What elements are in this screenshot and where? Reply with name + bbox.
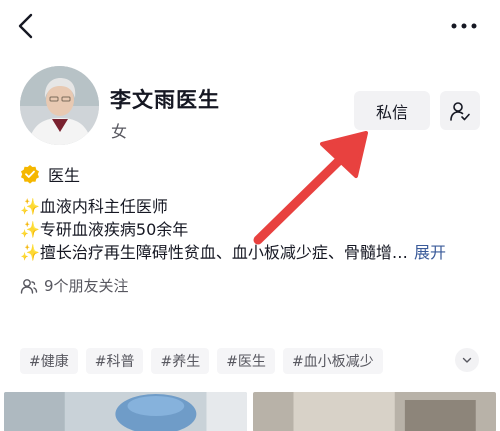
- verification-label: 医生: [48, 166, 81, 185]
- profile-bio: ✨血液内科主任医师 ✨专研血液疾病50余年 ✨擅长治疗再生障碍性贫血、血小板减少…: [20, 195, 480, 264]
- tag-chip[interactable]: #科普: [85, 348, 144, 374]
- bio-line: ✨擅长治疗再生障碍性贫血、血小板减少症、骨髓增… 展开: [20, 241, 480, 264]
- profile-name: 李文雨医生: [110, 88, 220, 112]
- back-button[interactable]: [12, 10, 40, 42]
- video-thumbnail[interactable]: [4, 392, 247, 431]
- follow-status-button[interactable]: [440, 91, 480, 130]
- verified-badge-icon: [21, 165, 39, 184]
- tag-chip[interactable]: #健康: [20, 348, 78, 374]
- tag-chip[interactable]: #养生: [151, 348, 210, 374]
- bio-line: ✨专研血液疾病50余年: [20, 218, 480, 241]
- profile-gender: 女: [111, 122, 128, 141]
- message-button[interactable]: 私信: [354, 91, 430, 130]
- friends-icon: [20, 278, 38, 294]
- video-grid: [4, 392, 496, 431]
- bio-line-text: ✨擅长治疗再生障碍性贫血、血小板减少症、骨髓增…: [20, 243, 408, 262]
- friends-label: 9个朋友关注: [44, 277, 129, 295]
- expand-bio-link[interactable]: 展开: [414, 241, 446, 264]
- tag-list: #健康 #科普 #养生 #医生 #血小板减少: [20, 348, 383, 374]
- more-options-button[interactable]: [448, 14, 480, 38]
- friends-following[interactable]: 9个朋友关注: [20, 275, 129, 296]
- expand-tags-button[interactable]: [455, 348, 479, 372]
- avatar[interactable]: [20, 66, 99, 145]
- more-horizontal-icon: [451, 23, 477, 29]
- bio-line: ✨血液内科主任医师: [20, 195, 480, 218]
- chevron-down-icon: [462, 357, 472, 363]
- video-thumbnail[interactable]: [253, 392, 496, 431]
- bio-line-text: ✨专研血液疾病50余年: [20, 220, 189, 239]
- bio-line-text: ✨血液内科主任医师: [20, 197, 168, 216]
- tag-chip[interactable]: #血小板减少: [282, 348, 383, 374]
- verification-row: 医生: [20, 162, 80, 186]
- chevron-left-icon: [18, 13, 33, 39]
- tag-chip[interactable]: #医生: [217, 348, 275, 374]
- user-check-icon: [450, 101, 470, 121]
